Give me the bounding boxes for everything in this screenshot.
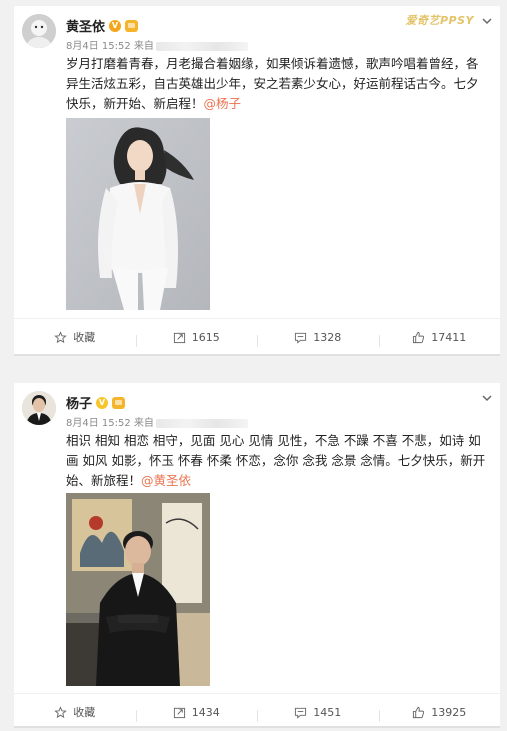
star-icon xyxy=(54,705,68,718)
post-photo[interactable] xyxy=(66,118,210,310)
post-body: 相识 相知 相恋 相守，见面 见心 见情 见性，不急 不躁 不喜 不悲，如诗 如… xyxy=(66,433,486,488)
thumbs-up-icon xyxy=(413,706,425,718)
favorite-button[interactable]: 收藏 xyxy=(14,704,136,720)
repost-button[interactable]: 1434 xyxy=(135,705,258,722)
like-count: 17411 xyxy=(431,330,467,344)
author-row: 黄圣依 V xyxy=(66,16,139,35)
avatar[interactable] xyxy=(22,391,56,425)
favorite-label: 收藏 xyxy=(73,331,96,344)
mention-link[interactable]: @杨子 xyxy=(204,96,242,111)
medal-icon xyxy=(112,396,126,409)
comment-count: 1451 xyxy=(313,705,342,719)
repost-count: 1434 xyxy=(191,705,220,719)
blurred-source xyxy=(155,41,248,51)
post-meta: 8月4日 15:52 来自 xyxy=(66,37,248,52)
repost-button[interactable]: 1615 xyxy=(135,330,258,347)
chevron-down-icon[interactable] xyxy=(480,391,494,405)
post-actions: 收藏 1434 1451 13925 xyxy=(14,693,500,730)
repost-icon xyxy=(173,707,185,718)
author-row: 杨子 V xyxy=(66,393,126,412)
post-photo[interactable] xyxy=(66,493,210,686)
post-timestamp: 8月4日 15:52 来自 xyxy=(66,418,154,429)
post-body: 岁月打磨着青春，月老撮合着姻缘，如果倾诉着遗憾，歌声吟唱着曾经，各异生活炫五彩，… xyxy=(66,56,479,111)
like-button[interactable]: 17411 xyxy=(378,330,501,347)
avatar[interactable] xyxy=(22,14,56,48)
chevron-down-icon[interactable] xyxy=(480,14,494,28)
mention-link[interactable]: @黄圣依 xyxy=(141,473,191,488)
comment-button[interactable]: 1451 xyxy=(257,705,379,722)
favorite-label: 收藏 xyxy=(73,706,96,719)
repost-count: 1615 xyxy=(191,330,220,344)
star-icon xyxy=(54,330,68,343)
post-actions: 收藏 1615 1328 17411 xyxy=(14,318,500,355)
post-timestamp: 8月4日 15:52 来自 xyxy=(66,41,154,52)
comment-button[interactable]: 1328 xyxy=(257,330,379,347)
post-meta: 8月4日 15:52 来自 xyxy=(66,414,248,429)
verified-badge-icon: V xyxy=(96,396,109,409)
verified-badge-icon: V xyxy=(109,19,122,32)
weibo-post-card: 黄圣依 V 爱奇艺PPSY 8月4日 15:52 来自 岁月打磨着青春，月老撮合… xyxy=(14,6,500,356)
author-name[interactable]: 杨子 xyxy=(66,393,92,412)
post-text: 相识 相知 相恋 相守，见面 见心 见情 见性，不急 不躁 不喜 不悲，如诗 如… xyxy=(66,431,486,491)
like-count: 13925 xyxy=(431,705,467,719)
weibo-post-card: 杨子 V 8月4日 15:52 来自 相识 相知 相恋 相守，见面 见心 见情 … xyxy=(14,383,500,728)
watermark-logo: 爱奇艺PPSY xyxy=(405,14,474,27)
medal-icon xyxy=(125,19,139,32)
divider xyxy=(14,726,500,728)
divider xyxy=(14,354,500,356)
like-button[interactable]: 13925 xyxy=(378,705,501,722)
favorite-button[interactable]: 收藏 xyxy=(14,329,136,345)
author-name[interactable]: 黄圣依 xyxy=(66,16,105,35)
comment-count: 1328 xyxy=(313,330,342,344)
repost-icon xyxy=(173,332,185,343)
blurred-source xyxy=(155,418,248,428)
comment-icon xyxy=(295,707,307,719)
comment-icon xyxy=(295,332,307,344)
thumbs-up-icon xyxy=(413,331,425,343)
post-text: 岁月打磨着青春，月老撮合着姻缘，如果倾诉着遗憾，歌声吟唱着曾经，各异生活炫五彩，… xyxy=(66,54,486,114)
